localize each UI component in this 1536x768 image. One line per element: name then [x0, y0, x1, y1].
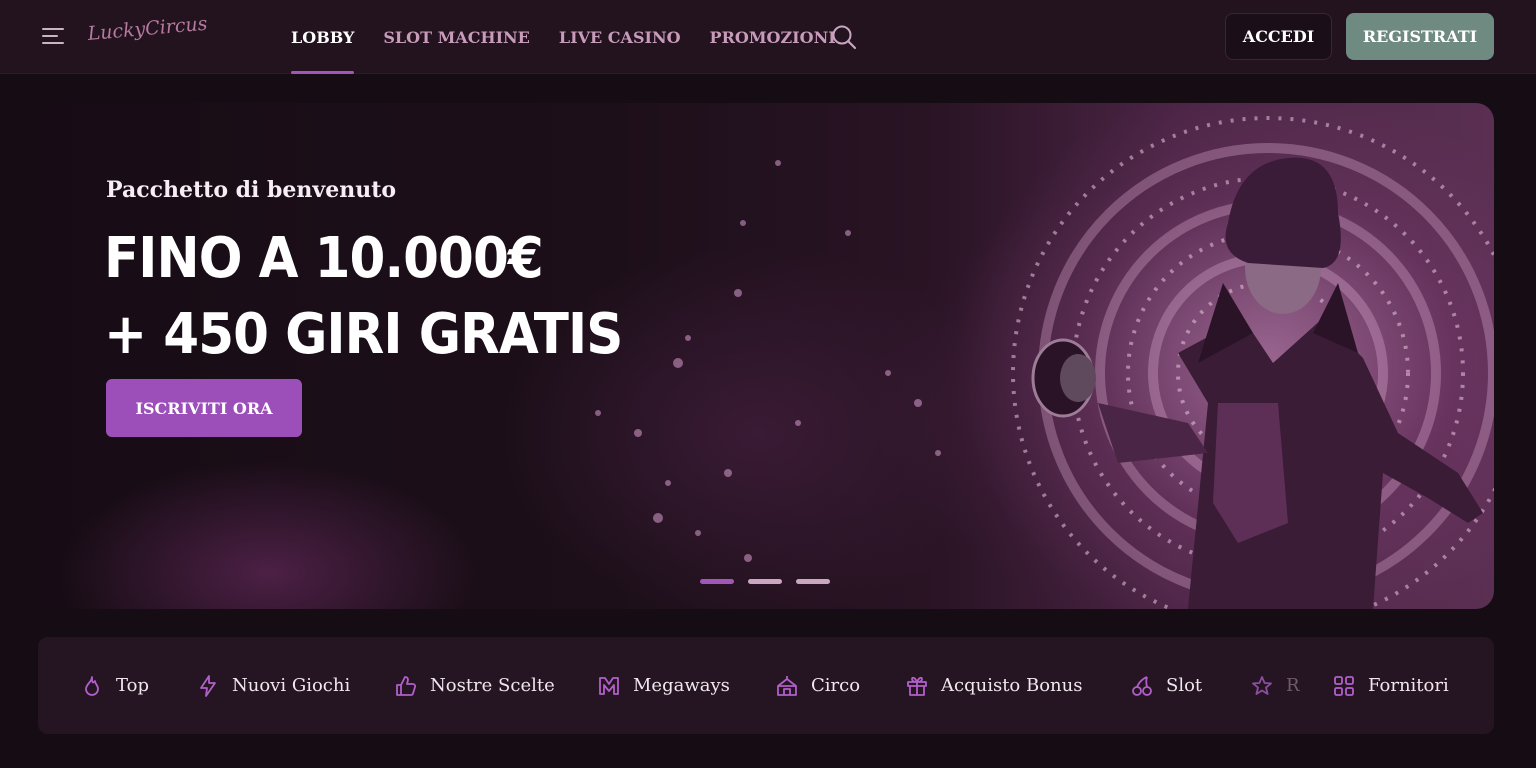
carousel-dots — [700, 579, 830, 584]
category-circo[interactable]: Circo — [775, 637, 860, 734]
star-icon — [1252, 675, 1272, 695]
nav-promozioni[interactable]: PROMOZIONI — [710, 0, 836, 74]
top-header: LuckyCircus LOBBY SLOT MACHINE LIVE CASI… — [0, 0, 1536, 74]
thumbs-up-icon — [396, 675, 417, 696]
category-slot[interactable]: Slot — [1130, 637, 1202, 734]
search-icon[interactable] — [831, 24, 857, 50]
category-fornitori[interactable]: Fornitori — [1332, 637, 1449, 734]
circus-tent-icon — [777, 675, 797, 696]
category-label: Circo — [811, 675, 861, 696]
category-label: Acquisto Bonus — [941, 675, 1083, 696]
category-label: Nuovi Giochi — [232, 675, 351, 696]
hero-title: FINO A 10.000€ + 450 GIRI GRATIS — [104, 221, 623, 373]
category-label: Fornitori — [1368, 675, 1449, 696]
login-button[interactable]: ACCEDI — [1225, 13, 1332, 60]
category-label: Top — [116, 675, 149, 696]
category-label: R — [1286, 675, 1300, 696]
hero-title-line-2: + 450 GIRI GRATIS — [104, 302, 623, 367]
nav-live-casino[interactable]: LIVE CASINO — [559, 0, 681, 74]
megaways-icon — [599, 676, 619, 695]
category-nuovi-giochi[interactable]: Nuovi Giochi — [196, 637, 350, 734]
hero-title-line-1: FINO A 10.000€ — [104, 226, 544, 291]
category-megaways[interactable]: Megaways — [597, 637, 730, 734]
category-acquisto-bonus[interactable]: Acquisto Bonus — [905, 637, 1082, 734]
nav-lobby[interactable]: LOBBY — [291, 0, 355, 74]
cherries-icon — [1132, 675, 1152, 696]
category-label: Megaways — [633, 675, 730, 696]
hero-subtitle: Pacchetto di benvenuto — [106, 177, 397, 203]
nav-slot-machine[interactable]: SLOT MACHINE — [383, 0, 530, 74]
register-button[interactable]: REGISTRATI — [1346, 13, 1494, 60]
main-nav: LOBBY SLOT MACHINE LIVE CASINO PROMOZION… — [291, 0, 865, 74]
carousel-dot-2[interactable] — [748, 579, 782, 584]
category-label: Slot — [1166, 675, 1203, 696]
grid-icon — [1334, 675, 1354, 696]
carousel-dot-1[interactable] — [700, 579, 734, 584]
signup-button[interactable]: ISCRIVITI ORA — [106, 379, 302, 437]
lightning-icon — [200, 674, 216, 697]
category-r[interactable]: R — [1250, 637, 1300, 734]
carousel-dot-3[interactable] — [796, 579, 830, 584]
category-bar: Top Nuovi Giochi Nostre Scelte Megaways … — [38, 637, 1494, 734]
logo[interactable]: LuckyCircus — [87, 13, 209, 57]
category-top[interactable]: Top — [80, 637, 149, 734]
category-nostre-scelte[interactable]: Nostre Scelte — [394, 637, 555, 734]
flame-icon — [85, 675, 99, 696]
hero-banner[interactable]: Pacchetto di benvenuto FINO A 10.000€ + … — [38, 103, 1494, 609]
gift-icon — [907, 676, 927, 696]
category-label: Nostre Scelte — [430, 675, 555, 696]
menu-icon[interactable] — [38, 24, 68, 50]
